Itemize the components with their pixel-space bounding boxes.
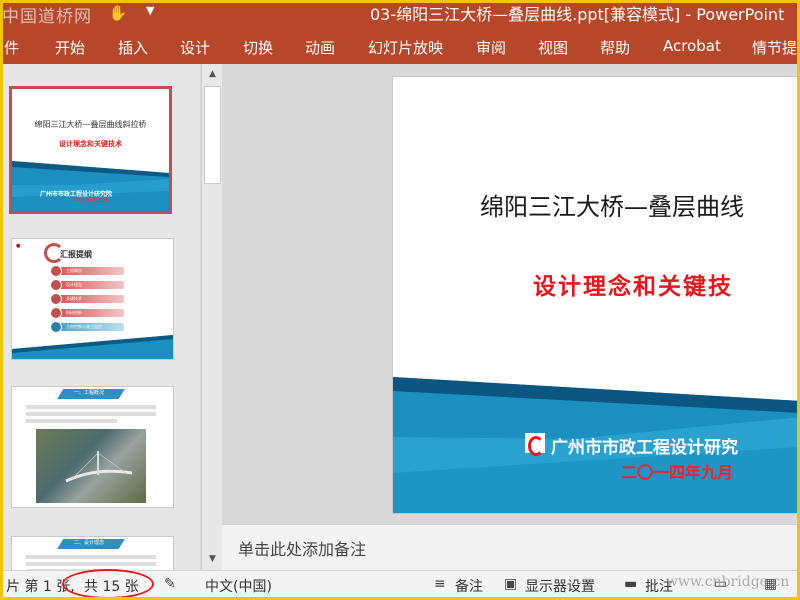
notes-icon[interactable]: ≡	[434, 576, 446, 592]
thumb3-bridge-photo	[36, 429, 146, 503]
scroll-down-icon[interactable]: ▼	[204, 551, 221, 568]
slide-subtitle[interactable]: 设计理念和关键技	[533, 267, 733, 301]
slide-thumbnail-1[interactable]: 绵阳三江大桥—叠层曲线斜拉桥 设计理念和关键技术 广州市市政工程设计研究院 二〇…	[9, 86, 172, 214]
notes-placeholder[interactable]: 单击此处添加备注	[238, 536, 366, 560]
tab-slideshow[interactable]: 幻灯片放映	[368, 37, 443, 58]
thumb1-title: 绵阳三江大桥—叠层曲线斜拉桥	[34, 120, 147, 129]
thumb1-subtitle: 设计理念和关键技术	[59, 139, 122, 148]
tab-design[interactable]: 设计	[180, 37, 210, 58]
thumb2-item: 科研创新	[50, 307, 124, 319]
accessibility-icon[interactable]: ✎	[164, 576, 176, 592]
watermark-url: www.cnbridge.cn	[666, 574, 790, 590]
tab-home[interactable]: 开始	[55, 37, 85, 58]
slide-date[interactable]: 二〇一四年九月	[621, 459, 733, 483]
tab-transitions[interactable]: 切换	[243, 37, 273, 58]
slide-thumbnail-3[interactable]: 一、工程概况	[11, 386, 174, 508]
notes-button[interactable]: 备注	[455, 576, 483, 596]
tab-view[interactable]: 视图	[538, 37, 568, 58]
quick-access-more-icon[interactable]: ▼	[146, 4, 154, 17]
watermark-text: 中国道桥网	[2, 7, 92, 27]
thumb4-heading: 二、设计理念	[74, 540, 105, 546]
slide-thumbnail-2[interactable]: ● 汇报提纲 工程概况 设计理念 关键技术 科研创新 几何控制与施工监控	[11, 238, 174, 360]
thumb2-heading: 汇报提纲	[60, 250, 92, 259]
thumb2-item: 关键技术	[50, 293, 124, 305]
current-slide[interactable]: 绵阳三江大桥—叠层曲线 设计理念和关键技 广州市市政工程设计研究 二〇一四年九月	[392, 76, 800, 514]
language-indicator[interactable]: 中文(中国)	[205, 576, 272, 596]
tab-animations[interactable]: 动画	[305, 37, 335, 58]
scrollbar-thumb[interactable]	[204, 86, 221, 184]
scroll-up-icon[interactable]: ▲	[204, 66, 221, 83]
tab-review[interactable]: 审阅	[476, 37, 506, 58]
tab-storyboard[interactable]: 情节提	[752, 37, 797, 58]
tab-file[interactable]: 件	[4, 37, 19, 58]
notes-pane[interactable]: 单击此处添加备注	[222, 524, 800, 570]
thumb2-band	[12, 335, 173, 359]
thumb3-heading: 一、工程概况	[74, 390, 105, 396]
thumb2-item: 工程概况	[50, 265, 124, 277]
thumb2-item: 设计理念	[50, 279, 124, 291]
thumb3-body-text	[26, 405, 156, 423]
thumb2-logo: ●	[16, 243, 21, 249]
thumb1-date: 二〇一四年九月	[72, 198, 108, 204]
title-bar: 中国道桥网 ✋ ▼ 03-绵阳三江大桥—叠层曲线.ppt[兼容模式] - Pow…	[0, 0, 800, 30]
touch-mode-icon[interactable]: ✋	[108, 3, 128, 23]
tab-insert[interactable]: 插入	[118, 37, 148, 58]
highlight-circle	[62, 569, 154, 599]
thumb2-item: 几何控制与施工监控	[50, 321, 124, 333]
slide-thumbnail-pane: 绵阳三江大桥—叠层曲线斜拉桥 设计理念和关键技术 广州市市政工程设计研究院 二〇…	[0, 64, 200, 576]
display-settings-button[interactable]: 显示器设置	[525, 576, 595, 596]
document-title: 03-绵阳三江大桥—叠层曲线.ppt[兼容模式] - PowerPoint	[370, 5, 785, 24]
org-logo-icon	[525, 433, 545, 456]
tab-help[interactable]: 帮助	[600, 37, 630, 58]
slide-org-name[interactable]: 广州市市政工程设计研究	[551, 433, 738, 458]
thumbnail-scrollbar[interactable]: ▲ ▼	[201, 64, 222, 570]
display-settings-icon[interactable]: ▣	[504, 576, 517, 592]
slide-title[interactable]: 绵阳三江大桥—叠层曲线	[480, 187, 744, 222]
ribbon-tabs: 件 开始 插入 设计 切换 动画 幻灯片放映 审阅 视图 帮助 Acrobat …	[0, 30, 800, 64]
comments-icon[interactable]: ▬	[624, 576, 637, 592]
thumb3-bridge-drawing	[65, 451, 133, 483]
tab-acrobat[interactable]: Acrobat	[663, 37, 721, 55]
